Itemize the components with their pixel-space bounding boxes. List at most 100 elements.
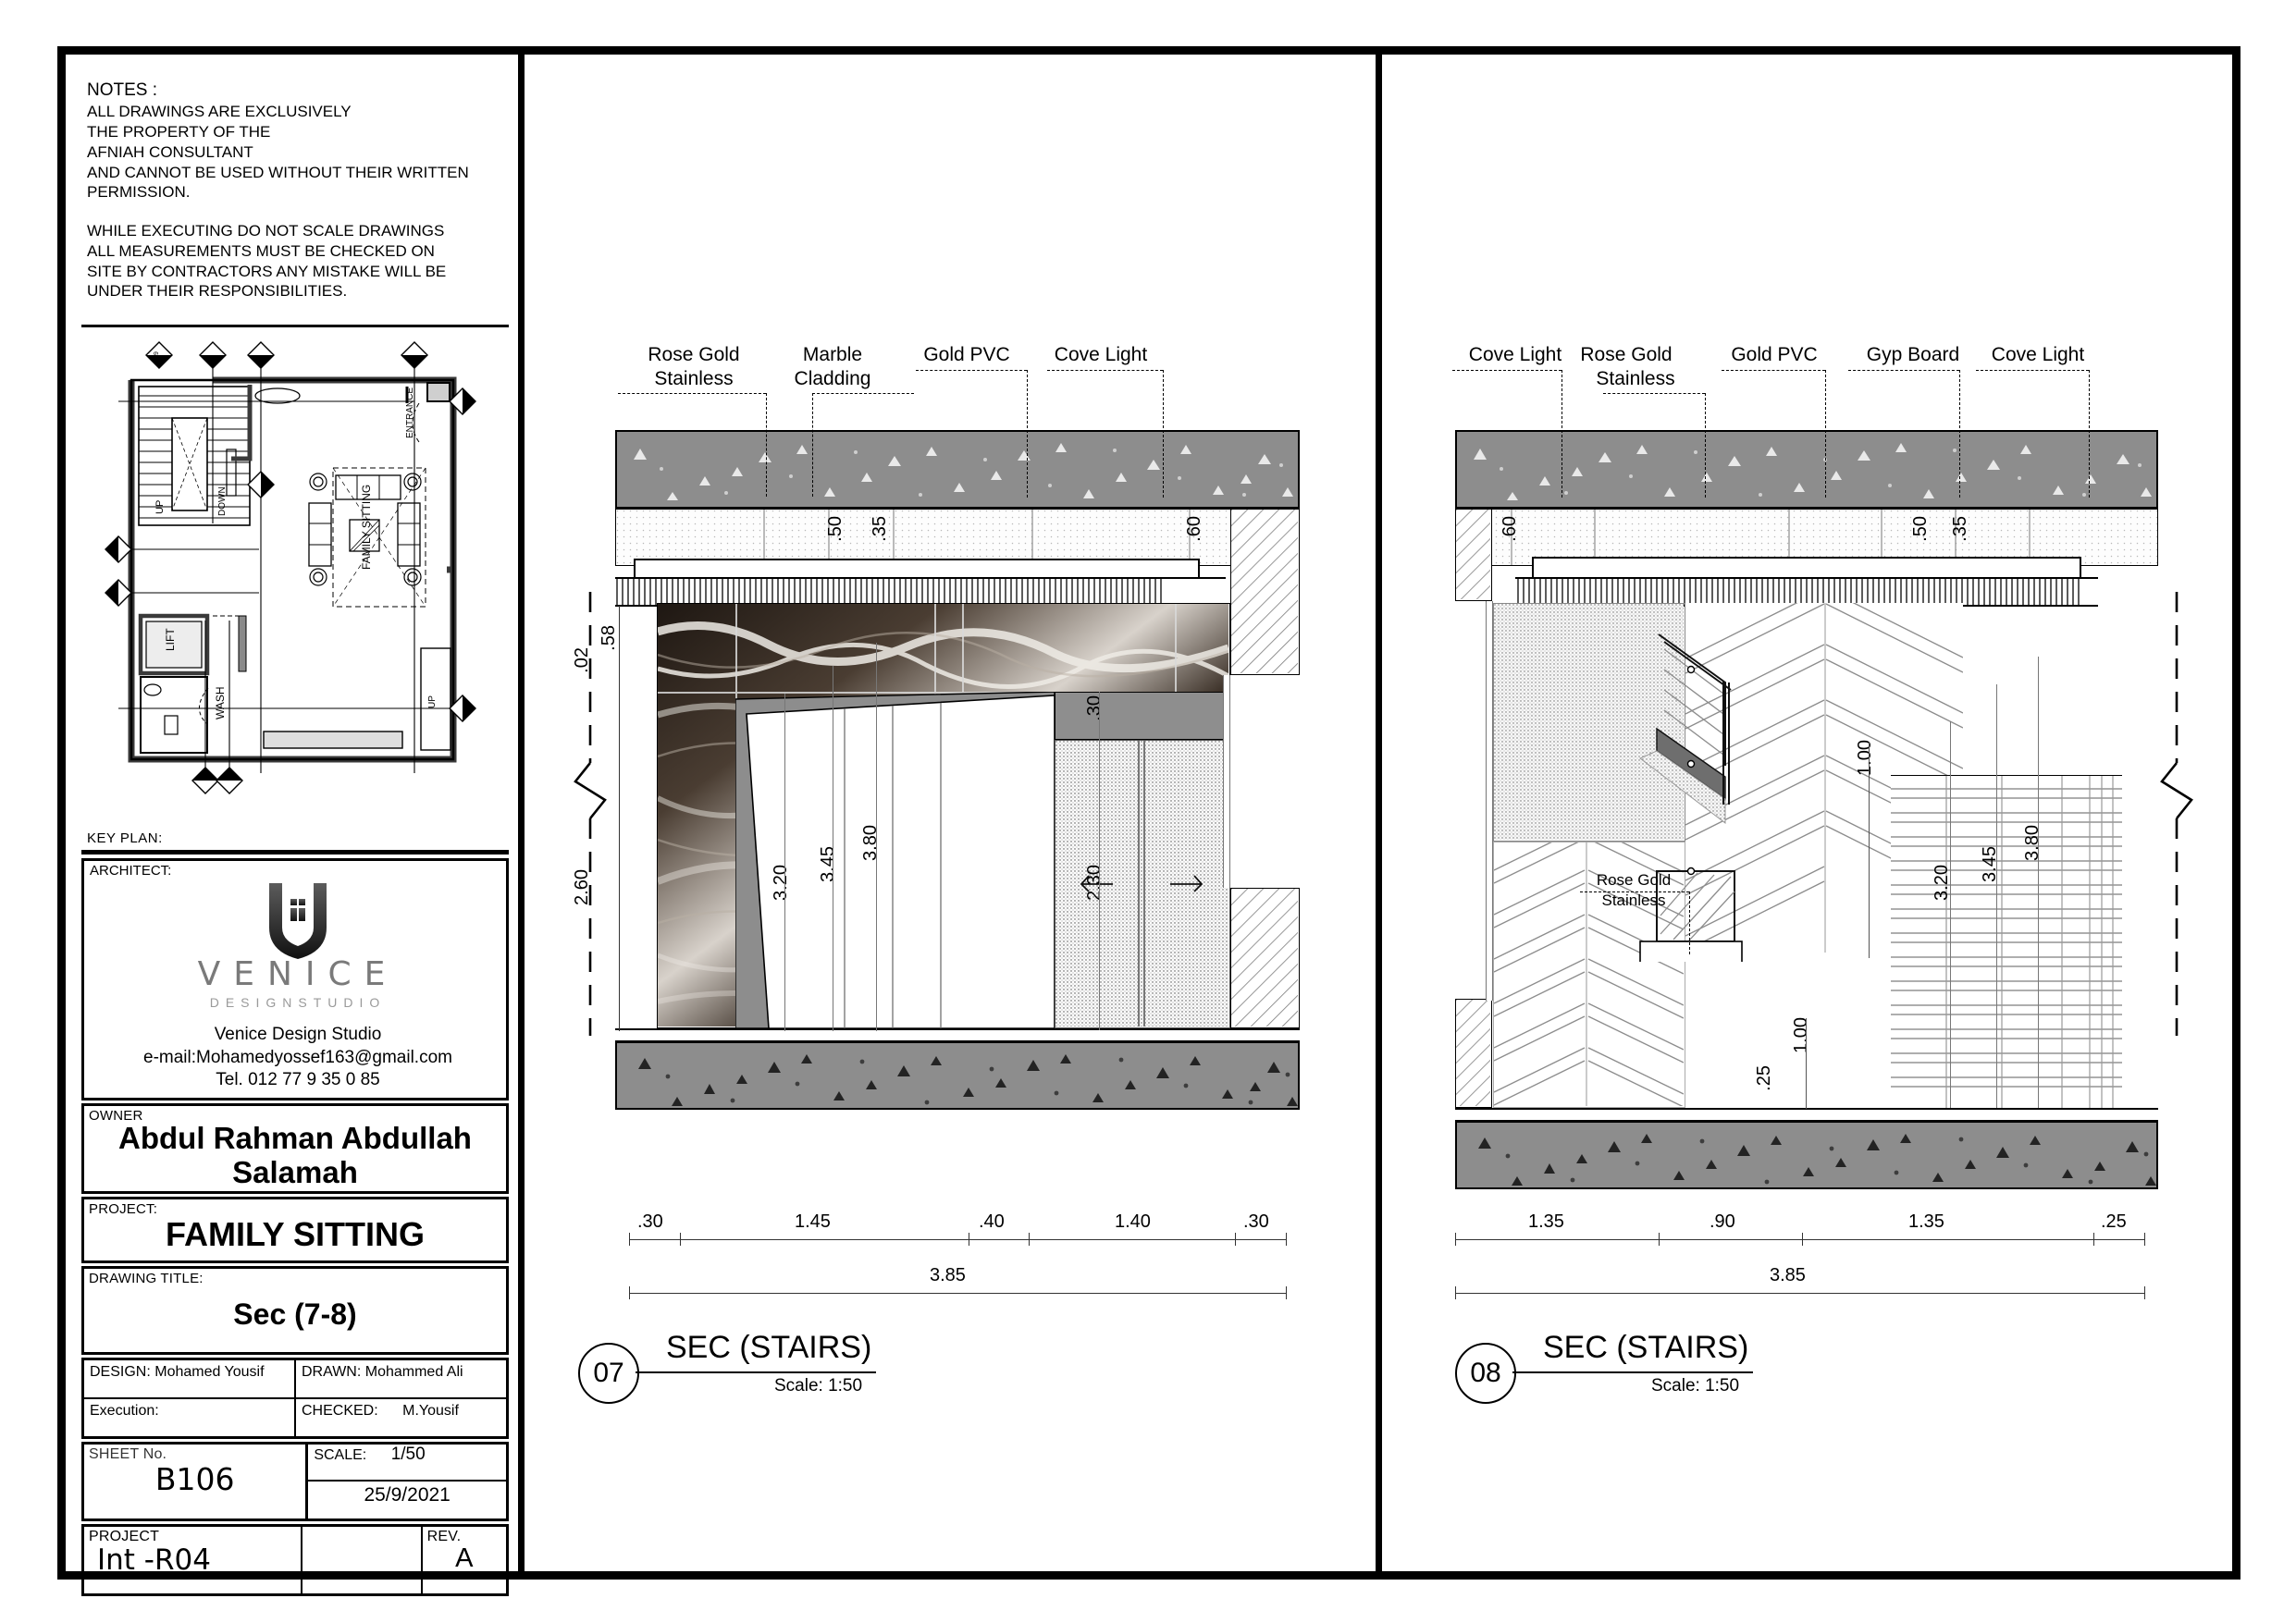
- section-08-title: SEC (STAIRS): [1543, 1330, 1749, 1365]
- notes-line: ALL MEASUREMENTS MUST BE CHECKED ON: [87, 241, 435, 260]
- dim-h-145: 1.45: [795, 1211, 831, 1232]
- design-cell: DESIGN: Mohamed Yousif: [84, 1360, 294, 1397]
- right-wall-gap: [1223, 675, 1230, 888]
- dim-v-320: 3.20: [771, 865, 791, 901]
- leader-inner-rose-gold-drop: [1689, 891, 1690, 954]
- credits-grid: DESIGN: Mohamed Yousif DRAWN: Mohammed A…: [81, 1358, 509, 1439]
- svg-text:ENTRANCE: ENTRANCE: [405, 387, 415, 438]
- blank-cell: [300, 1527, 421, 1593]
- scale-label: SCALE:: [314, 1447, 367, 1463]
- dim-ext-230: [1099, 692, 1101, 1030]
- dim-v-035: .35: [1950, 516, 1970, 542]
- checked-label: CHECKED:: [302, 1403, 378, 1419]
- venice-logo: VENICE DESIGNSTUDIO: [84, 881, 512, 1010]
- architect-name: Venice Design Studio: [214, 1025, 382, 1044]
- sheet-no-cell: SHEET No. B106: [84, 1445, 305, 1518]
- break-line: [562, 592, 618, 1036]
- architect-email: e-mail:Mohamedyossef163@gmail.com: [143, 1047, 452, 1067]
- execution-label: Execution:: [90, 1403, 159, 1419]
- leader-gold-pvc: [916, 370, 1027, 371]
- architect-label: ARCHITECT:: [90, 863, 172, 879]
- credits-row: Execution: CHECKED: M.Yousif: [84, 1399, 506, 1436]
- dim-h-030a: .30: [637, 1211, 663, 1232]
- notes-line: SITE BY CONTRACTORS ANY MISTAKE WILL BE: [87, 262, 447, 280]
- sheet-info-block: SHEET No. B106 SCALE: 1/50 25/9/2021: [81, 1442, 509, 1521]
- svg-text:FAMILY SITTING: FAMILY SITTING: [360, 485, 373, 570]
- floor-finish: [1455, 1108, 2158, 1121]
- blank-value: [302, 1527, 421, 1529]
- drawing-title-label: DRAWING TITLE:: [89, 1271, 204, 1286]
- section-07-bubble: 07: [578, 1343, 639, 1404]
- design-value: Mohamed Yousif: [154, 1364, 265, 1380]
- sheet-no-value: B106: [154, 1461, 235, 1498]
- scale-value: 1/50: [390, 1445, 426, 1464]
- date-value: 25/9/2021: [364, 1483, 451, 1506]
- drawn-label: DRAWN:: [302, 1364, 362, 1380]
- dim-v-050: .50: [1910, 516, 1931, 542]
- dim-v-230: 2.30: [1084, 865, 1105, 901]
- section-08-scale: Scale: 1:50: [1651, 1376, 1740, 1396]
- dim-overall-385: 3.85: [930, 1265, 966, 1285]
- leader-cove-light: [1047, 370, 1163, 371]
- drawing-title-block: DRAWING TITLE: Sec (7-8): [81, 1266, 509, 1355]
- key-plan-drawing: 09 UP DOWN LIFT WASH FAMILY SITTING ENTR…: [102, 338, 490, 808]
- section-07-rule: [636, 1371, 876, 1373]
- leader-rose-gold-drop: [1705, 393, 1706, 498]
- notes-line: AFNIAH CONSULTANT: [87, 142, 253, 161]
- ceiling-slab: [615, 430, 1300, 509]
- dim-v-025: .25: [1754, 1065, 1774, 1091]
- dim-ext-380: [876, 643, 878, 1031]
- floor-finish: [615, 1028, 1300, 1041]
- architect-tel: Tel. 012 77 9 35 0 85: [216, 1070, 380, 1090]
- leader-rose-gold: [1603, 393, 1705, 394]
- rev-value: A: [455, 1543, 474, 1574]
- dim-h-030b: .30: [1243, 1211, 1269, 1232]
- leader-rose-gold-drop: [766, 393, 767, 497]
- leader-cove-light-left: [1452, 370, 1562, 371]
- notes-line: WHILE EXECUTING DO NOT SCALE DRAWINGS: [87, 222, 445, 240]
- architect-block: ARCHITECT: VENICE DESIGNSTUDIO Venice De…: [81, 858, 509, 1100]
- dim-ext-320: [1950, 721, 1952, 1108]
- dim-v-100a: 1.00: [1855, 740, 1875, 776]
- dim-h-040: .40: [979, 1211, 1005, 1232]
- dim-v-060: .60: [1184, 516, 1204, 542]
- project-code-cell: PROJECT Int -R04: [84, 1527, 301, 1593]
- leader-gold-pvc-drop: [1825, 370, 1826, 498]
- left-wall-gap: [1486, 601, 1493, 1001]
- annotation-marble-l2: Cladding: [794, 368, 871, 389]
- leader-cove-light-drop: [1163, 370, 1164, 498]
- leader-cove-light-right-drop: [2089, 370, 2090, 498]
- inner-annotation-l1: Rose Gold: [1596, 871, 1672, 889]
- notes-line: THE PROPERTY OF THE: [87, 123, 271, 141]
- dim-h-090: .90: [1710, 1211, 1735, 1232]
- scale-date-cell: SCALE: 1/50 25/9/2021: [305, 1445, 506, 1518]
- sheet-no-label: SHEET No.: [89, 1446, 167, 1462]
- leader-inner-rose-gold: [1580, 891, 1689, 892]
- dim-v-345: 3.45: [1980, 846, 2000, 882]
- notes-line: UNDER THEIR RESPONSIBILITIES.: [87, 282, 348, 301]
- leader-cove-light-right: [1976, 370, 2089, 371]
- svg-text:DOWN: DOWN: [217, 486, 228, 516]
- leader-gold-pvc-drop: [1027, 370, 1028, 498]
- section-08-number: 08: [1470, 1358, 1501, 1388]
- dim-ext-left: [619, 606, 621, 1031]
- dim-ext-100b: [1806, 1018, 1808, 1109]
- owner-value: Abdul Rahman Abdullah Salamah: [118, 1121, 472, 1190]
- scale-row: SCALE: 1/50: [308, 1445, 506, 1482]
- right-wall-hatch-lower: [1230, 888, 1300, 1028]
- inner-annotation-l2: Stainless: [1601, 891, 1666, 909]
- svg-text:09: 09: [154, 351, 160, 359]
- cove-light-recess: [634, 559, 1200, 579]
- annotation-cove-light: Cove Light: [1054, 344, 1148, 365]
- drawn-cell: DRAWN: Mohammed Ali: [294, 1360, 506, 1397]
- svg-text:LIFT: LIFT: [164, 628, 177, 651]
- dim-h-135a: 1.35: [1528, 1211, 1564, 1232]
- notes-line: ALL DRAWINGS ARE EXCLUSIVELY: [87, 103, 352, 121]
- project-code-label: PROJECT: [89, 1529, 160, 1544]
- svg-text:UP: UP: [427, 695, 438, 708]
- execution-cell: Execution:: [84, 1399, 294, 1436]
- entrance-door: [1055, 740, 1230, 1028]
- design-label: DESIGN:: [90, 1364, 151, 1380]
- stair-run: [1612, 629, 1890, 968]
- dim-v-030: .30: [1084, 695, 1105, 721]
